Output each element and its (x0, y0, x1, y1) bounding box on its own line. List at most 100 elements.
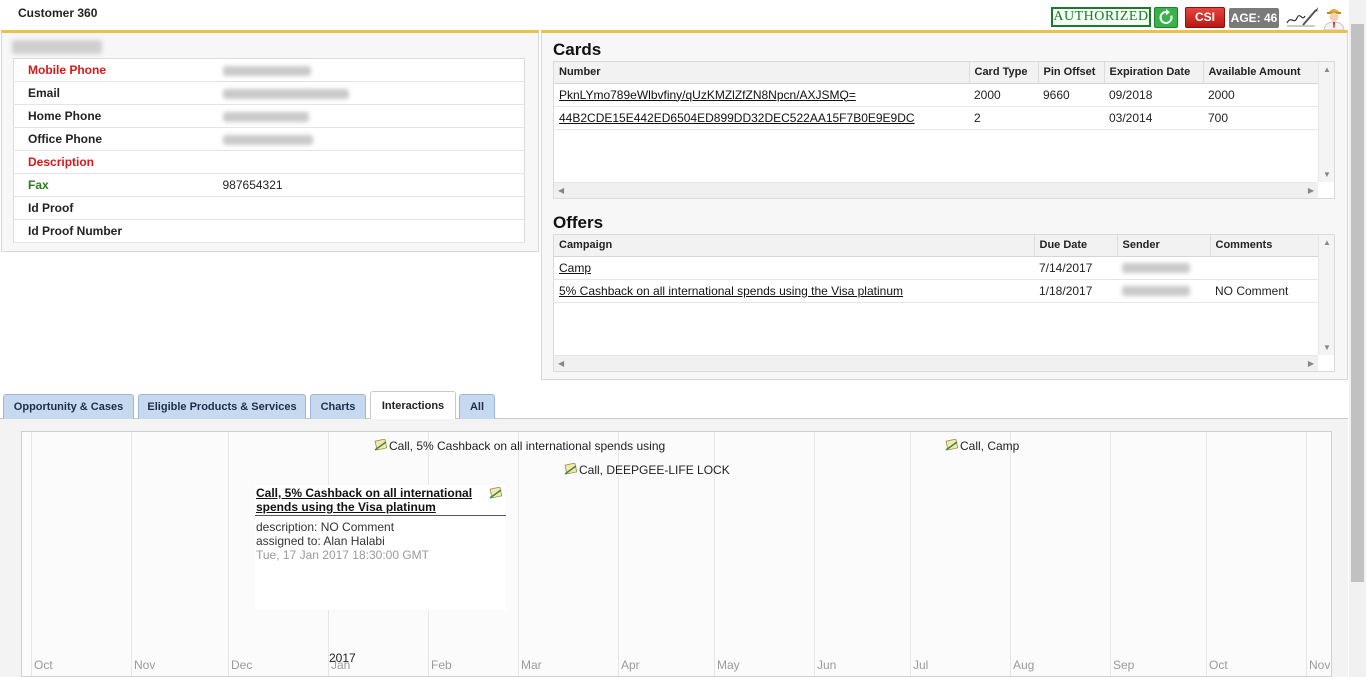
contact-field-value: 987654321 (208, 173, 525, 197)
cards-cell: 03/2014 (1104, 106, 1203, 130)
offers-column-header[interactable]: Sender (1117, 235, 1211, 257)
timeline-event[interactable]: Call, 5% Cashback on all international s… (374, 439, 665, 453)
contact-field-label: Fax (13, 173, 209, 197)
sender-redacted (1122, 263, 1190, 274)
timeline-event[interactable]: Call, Camp (945, 439, 1019, 453)
cards-column-header[interactable]: Expiration Date (1104, 62, 1204, 84)
interactions-timeline[interactable]: Oct Nov Dec Jan Feb Mar Apr May Jun Jul Aug Sep Oct N… (21, 431, 1332, 677)
cards-column-header[interactable]: Number (554, 62, 970, 84)
scroll-up-icon[interactable]: ▲ (1323, 65, 1331, 75)
page-scrollbar-thumb[interactable] (1351, 24, 1364, 582)
scroll-left-icon[interactable]: ◀ (558, 186, 564, 196)
tab-interactions[interactable]: Interactions (370, 391, 456, 419)
popup-description: description: NO Comment (256, 520, 395, 534)
cards-vertical-scrollbar[interactable]: ▲ ▼ (1318, 62, 1334, 182)
cards-section-title: Cards (553, 40, 602, 59)
offers-table: Campaign Due Date Sender Comments Camp 7/14/… (554, 235, 1319, 303)
user-avatar-icon[interactable] (1321, 4, 1347, 31)
contact-field-value (208, 81, 525, 105)
contact-value-redacted (222, 134, 313, 145)
contact-field-value (208, 196, 525, 220)
call-note-icon (489, 487, 503, 499)
contact-details-table: Mobile Phone Email Home Phone Office Phone D… (13, 58, 525, 243)
offers-column-header[interactable]: Due Date (1034, 235, 1118, 257)
offers-column-header[interactable]: Campaign (554, 235, 1035, 257)
cards-row[interactable]: PknLYmo789eWlbvfiny/qUzKMZlZfZN8Npcn/AXJ… (554, 83, 1319, 107)
timeline-gridline (228, 432, 229, 676)
offers-grid: Campaign Due Date Sender Comments Camp 7/14/… (553, 234, 1335, 372)
popup-date: Tue, 17 Jan 2017 18:30:00 GMT (256, 548, 429, 562)
popup-assigned: assigned to: Alan Halabi (256, 534, 385, 548)
scroll-right-icon[interactable]: ▶ (1308, 186, 1314, 196)
offers-link[interactable]: 5% Cashback on all international spends … (559, 284, 903, 298)
contact-field-value (208, 58, 525, 82)
cards-cell: 2000 (1203, 83, 1319, 107)
tab-all[interactable]: All (459, 394, 495, 419)
offers-cell (1117, 279, 1210, 303)
cards-row[interactable]: 44B2CDE15E442ED6504ED899DD32DEC522AA15F7… (554, 106, 1319, 130)
contact-field-value (208, 127, 525, 151)
timeline-event[interactable]: Call, DEEPGEE-LIFE LOCK (564, 463, 730, 477)
timeline-month-label: May (717, 658, 740, 672)
cards-horizontal-scrollbar[interactable]: ◀ ▶ (554, 182, 1318, 198)
cards-cell: 2 (969, 106, 1038, 130)
contact-row: Office Phone (13, 127, 525, 151)
contact-field-value (208, 104, 525, 128)
offers-vertical-scrollbar[interactable]: ▲ ▼ (1318, 235, 1334, 355)
timeline-month-label: Nov (1309, 658, 1331, 672)
cards-column-header[interactable]: Pin Offset (1038, 62, 1105, 84)
csi-button[interactable]: CSI (1185, 7, 1225, 28)
cards-link[interactable]: 44B2CDE15E442ED6504ED899DD32DEC522AA15F7… (559, 111, 915, 125)
popup-title-link[interactable]: Call, 5% Cashback on all international s… (256, 486, 484, 514)
page-title: Customer 360 (18, 6, 98, 20)
contact-row: Description (13, 150, 525, 174)
offers-row[interactable]: 5% Cashback on all international spends … (554, 279, 1319, 303)
contact-value-redacted (222, 111, 309, 122)
contact-row: Fax 987654321 (13, 173, 525, 197)
cards-cell: 2000 (969, 83, 1038, 107)
offers-link[interactable]: Camp (559, 261, 591, 275)
cards-column-header[interactable]: Available Amount (1203, 62, 1319, 84)
timeline-gridline (814, 432, 815, 676)
timeline-gridline (1010, 432, 1011, 676)
age-badge: AGE: 46 (1229, 8, 1279, 28)
contact-value-redacted (222, 88, 349, 99)
popup-divider (255, 515, 506, 516)
cards-cell: PknLYmo789eWlbvfiny/qUzKMZlZfZN8Npcn/AXJ… (554, 83, 969, 107)
cards-table: Number Card Type Pin Offset Expiration Date… (554, 62, 1319, 130)
contact-field-label: Email (13, 81, 209, 105)
signature-icon[interactable] (1285, 6, 1319, 28)
call-note-icon (945, 439, 959, 451)
refresh-button[interactable] (1154, 7, 1178, 28)
tab-eligible-products-services[interactable]: Eligible Products & Services (138, 394, 306, 419)
offers-horizontal-scrollbar[interactable]: ◀ ▶ (554, 355, 1318, 371)
offers-cell: Camp (554, 256, 1034, 280)
cards-link[interactable]: PknLYmo789eWlbvfiny/qUzKMZlZfZN8Npcn/AXJ… (559, 88, 856, 102)
contact-field-label: Id Proof (13, 196, 209, 220)
authorized-badge: AUTHORIZED (1051, 7, 1151, 27)
offers-cell: 1/18/2017 (1034, 279, 1117, 303)
cards-cell: 09/2018 (1104, 83, 1203, 107)
offers-cell (1117, 256, 1210, 280)
timeline-month-label: Sep (1113, 658, 1135, 672)
scroll-up-icon[interactable]: ▲ (1323, 238, 1331, 248)
contact-value-redacted (222, 65, 311, 76)
tab-opportunity-cases[interactable]: Opportunity & Cases (3, 394, 134, 419)
scroll-right-icon[interactable]: ▶ (1308, 359, 1314, 369)
offers-row[interactable]: Camp 7/14/2017 (554, 256, 1319, 280)
timeline-month-label: Oct (1209, 658, 1228, 672)
timeline-gridline (910, 432, 911, 676)
scroll-down-icon[interactable]: ▼ (1323, 170, 1331, 180)
offers-column-header[interactable]: Comments (1210, 235, 1319, 257)
contact-row: Id Proof Number (13, 219, 525, 243)
timeline-gridline (518, 432, 519, 676)
cards-cell: 700 (1203, 106, 1319, 130)
tab-charts[interactable]: Charts (310, 394, 366, 419)
timeline-year-label: 2017 (329, 651, 356, 665)
offers-section-title: Offers (553, 213, 604, 232)
cards-column-header[interactable]: Card Type (969, 62, 1039, 84)
scroll-left-icon[interactable]: ◀ (558, 359, 564, 369)
scroll-down-icon[interactable]: ▼ (1323, 343, 1331, 353)
contact-field-value (208, 150, 525, 174)
cards-grid: Number Card Type Pin Offset Expiration Date… (553, 61, 1335, 199)
